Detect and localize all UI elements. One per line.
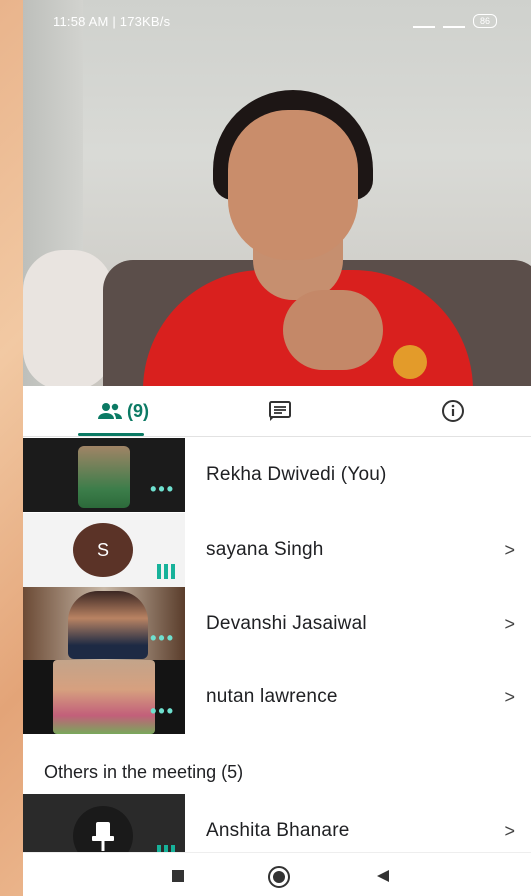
participant-video-thumbnail: ••• — [23, 438, 185, 512]
phone-screen: 11:58 AM | 173KB/s 86 (9) ••• Rekha Dwiv… — [23, 0, 531, 896]
video-person-head — [228, 110, 358, 260]
participant-name: Rekha Dwivedi (You) — [206, 464, 387, 485]
main-video-feed[interactable]: 11:58 AM | 173KB/s 86 — [23, 0, 531, 386]
back-icon[interactable] — [375, 868, 391, 884]
participant-row[interactable]: ••• Devanshi Jasaiwal > — [23, 587, 531, 661]
video-shirt-badge — [393, 345, 427, 379]
participant-video-face — [53, 660, 155, 734]
people-count: (9) — [127, 400, 149, 421]
speaking-indicator-icon — [157, 564, 175, 579]
participant-video-face — [78, 446, 130, 508]
status-icons: 86 — [412, 14, 497, 28]
tab-bar: (9) — [23, 386, 531, 437]
signal-icon-2 — [442, 14, 465, 28]
participant-video-thumbnail: ••• — [23, 587, 185, 661]
others-section-title: Others in the meeting (5) — [44, 762, 244, 782]
participant-name: sayana Singh — [206, 539, 324, 560]
participant-row: ••• Rekha Dwivedi (You) — [23, 438, 531, 512]
chevron-right-icon[interactable]: > — [504, 513, 515, 587]
avatar: S — [73, 523, 133, 577]
battery-icon: 86 — [472, 14, 497, 28]
video-pillow — [23, 250, 113, 386]
video-person-hand — [283, 290, 383, 370]
participant-name: nutan lawrence — [206, 686, 338, 707]
chat-icon — [269, 401, 291, 421]
more-dots-icon: ••• — [150, 701, 175, 721]
more-dots-icon: ••• — [150, 628, 175, 648]
participant-avatar-tile: S — [23, 513, 185, 587]
more-dots-icon: ••• — [150, 479, 175, 499]
participant-name: Devanshi Jasaiwal — [206, 613, 367, 634]
tab-info[interactable] — [428, 386, 478, 436]
people-icon — [98, 403, 122, 419]
info-icon — [442, 400, 464, 422]
active-tab-indicator — [78, 433, 144, 436]
tab-chat[interactable] — [255, 386, 305, 436]
tab-people[interactable]: (9) — [68, 386, 178, 436]
participant-row[interactable]: ••• nutan lawrence > — [23, 660, 531, 734]
status-bar: 11:58 AM | 173KB/s 86 — [23, 0, 531, 44]
status-time-speed: 11:58 AM | 173KB/s — [53, 14, 171, 29]
participant-video-thumbnail: ••• — [23, 660, 185, 734]
system-navigation-bar — [23, 852, 531, 896]
recent-apps-icon[interactable] — [171, 869, 185, 883]
chevron-right-icon[interactable]: > — [504, 660, 515, 734]
signal-icon — [412, 14, 435, 28]
participant-row[interactable]: S sayana Singh > — [23, 513, 531, 587]
participant-video-face — [68, 591, 148, 659]
chevron-right-icon[interactable]: > — [504, 587, 515, 661]
home-icon[interactable] — [267, 865, 291, 889]
